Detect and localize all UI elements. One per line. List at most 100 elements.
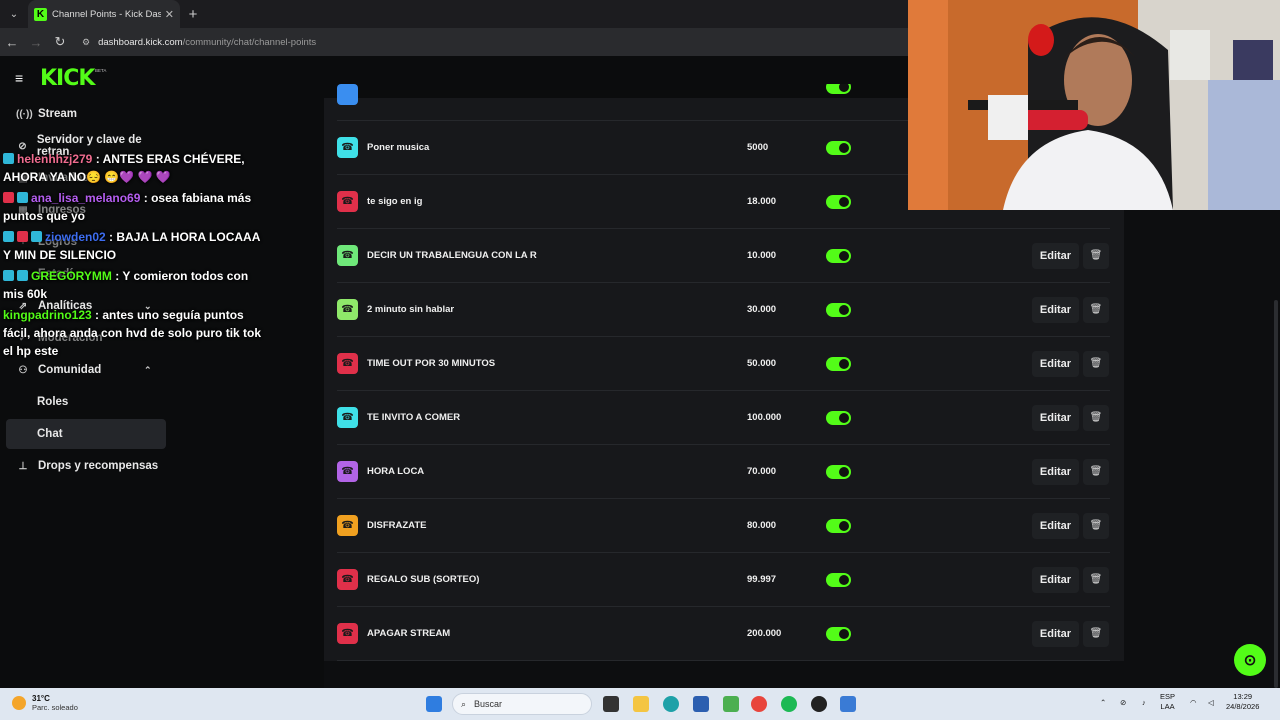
reward-row: ☎ DISFRAZATE 80.000 Editar 🗑 bbox=[337, 499, 1110, 553]
file-explorer-icon[interactable] bbox=[633, 696, 649, 712]
reward-icon: ☎ bbox=[337, 515, 358, 536]
volume-icon[interactable]: ◁ bbox=[1208, 698, 1214, 708]
reward-name: REGALO SUB (SORTEO) bbox=[367, 574, 480, 585]
language-indicator[interactable]: ESP LAA bbox=[1160, 692, 1175, 712]
tab-search-chevron-icon[interactable]: ⌄ bbox=[0, 0, 28, 28]
chevron-up-icon: ⌃ bbox=[144, 364, 152, 375]
chat-username: ziowden02 bbox=[45, 230, 106, 244]
reload-icon[interactable]: ↻ bbox=[48, 34, 72, 50]
delete-reward-icon[interactable]: 🗑 bbox=[1083, 566, 1109, 593]
webcam-overlay bbox=[908, 0, 1280, 210]
reward-enabled-toggle[interactable] bbox=[826, 356, 851, 371]
edit-reward-button[interactable]: Editar bbox=[1032, 242, 1079, 269]
delete-reward-icon[interactable]: 🗑 bbox=[1083, 458, 1109, 485]
subscriber-badge-icon bbox=[3, 153, 14, 164]
chat-message: GREGORYMM : Y comieron todos con mis 60k bbox=[3, 267, 265, 303]
reward-cost: 50.000 bbox=[747, 358, 777, 369]
taskbar-search[interactable]: ⌕ Buscar bbox=[452, 693, 592, 715]
sidebar-item-drops[interactable]: ⊥ Drops y recompensas bbox=[6, 451, 166, 481]
reward-cost: 100.000 bbox=[747, 412, 782, 423]
community-icon: ⚇ bbox=[18, 364, 28, 376]
sidebar-item-roles[interactable]: Roles bbox=[6, 387, 166, 417]
reward-name: Poner musica bbox=[367, 142, 430, 153]
sidebar-item-stream[interactable]: ((·)) Stream bbox=[6, 99, 166, 129]
badge-icon bbox=[3, 231, 14, 242]
reward-name: DECIR UN TRABALENGUA CON LA R bbox=[367, 250, 537, 261]
reward-enabled-toggle[interactable] bbox=[826, 518, 851, 533]
delete-reward-icon[interactable]: 🗑 bbox=[1083, 242, 1109, 269]
site-info-icon[interactable]: ⚙ bbox=[82, 37, 90, 48]
tab-close-icon[interactable]: ✕ bbox=[165, 8, 174, 21]
reward-icon: ☎ bbox=[337, 623, 358, 644]
edit-reward-button[interactable]: Editar bbox=[1032, 404, 1079, 431]
tray-chevron-up-icon[interactable]: ⌃ bbox=[1100, 698, 1106, 708]
url-path: /community/chat/channel-points bbox=[182, 36, 317, 48]
reward-name: 2 minuto sin hablar bbox=[367, 304, 455, 315]
delete-reward-icon[interactable]: 🗑 bbox=[1083, 620, 1109, 647]
microphone-icon[interactable]: ♪ bbox=[1142, 698, 1146, 708]
spotify-icon[interactable] bbox=[781, 696, 797, 712]
kick-logo[interactable]: KICK bbox=[40, 66, 95, 91]
edit-reward-button[interactable]: Editar bbox=[1032, 296, 1079, 323]
forward-icon[interactable]: → bbox=[24, 35, 48, 50]
kick-favicon-icon: K bbox=[34, 7, 47, 21]
windows-start-icon[interactable] bbox=[426, 696, 442, 712]
reward-icon: ☎ bbox=[337, 137, 358, 158]
store-icon[interactable] bbox=[693, 696, 709, 712]
reward-enabled-toggle[interactable] bbox=[826, 302, 851, 317]
drops-icon: ⊥ bbox=[18, 460, 28, 472]
edit-reward-button[interactable]: Editar bbox=[1032, 458, 1079, 485]
delete-reward-icon[interactable]: 🗑 bbox=[1083, 512, 1109, 539]
task-view-icon[interactable] bbox=[603, 696, 619, 712]
notepad-icon[interactable] bbox=[840, 696, 856, 712]
chrome-icon[interactable] bbox=[751, 696, 767, 712]
reward-row: ☎ REGALO SUB (SORTEO) 99.997 Editar 🗑 bbox=[337, 553, 1110, 607]
reward-row: ☎ 2 minuto sin hablar 30.000 Editar 🗑 bbox=[337, 283, 1110, 337]
obs-icon[interactable] bbox=[811, 696, 827, 712]
weather-widget[interactable]: 31°C Parc. soleado bbox=[12, 694, 78, 712]
reward-enabled-toggle[interactable] bbox=[826, 194, 851, 209]
edit-reward-button[interactable]: Editar bbox=[1032, 512, 1079, 539]
delete-reward-icon[interactable]: 🗑 bbox=[1083, 296, 1109, 323]
reward-enabled-toggle[interactable] bbox=[826, 248, 851, 263]
chat-message: helenhhzj279 : ANTES ERAS CHÉVERE, AHORA… bbox=[3, 150, 265, 186]
reward-enabled-toggle[interactable] bbox=[826, 464, 851, 479]
reward-toggle[interactable] bbox=[826, 84, 851, 94]
tab-title: Channel Points - Kick Dashboar bbox=[52, 8, 161, 20]
menu-icon[interactable]: ≡ bbox=[15, 70, 23, 86]
reward-icon: ☎ bbox=[337, 299, 358, 320]
reward-enabled-toggle[interactable] bbox=[826, 410, 851, 425]
sidebar-item-label: Drops y recompensas bbox=[38, 460, 159, 472]
chat-message: ziowden02 : BAJA LA HORA LOCAAA Y MIN DE… bbox=[3, 228, 265, 264]
reward-cost: 30.000 bbox=[747, 304, 777, 315]
reward-enabled-toggle[interactable] bbox=[826, 140, 851, 155]
new-tab-button[interactable]: + bbox=[180, 6, 206, 23]
delete-reward-icon[interactable]: 🗑 bbox=[1083, 350, 1109, 377]
reward-name: te sigo en ig bbox=[367, 196, 423, 207]
delete-reward-icon[interactable]: 🗑 bbox=[1083, 404, 1109, 431]
minecraft-icon[interactable] bbox=[723, 696, 739, 712]
scrollbar[interactable] bbox=[1274, 300, 1278, 688]
browser-tab[interactable]: K Channel Points - Kick Dashboar ✕ bbox=[28, 0, 180, 28]
badge-icon bbox=[3, 270, 14, 281]
edit-reward-button[interactable]: Editar bbox=[1032, 620, 1079, 647]
stream-chat-overlay: helenhhzj279 : ANTES ERAS CHÉVERE, AHORA… bbox=[3, 150, 265, 363]
chat-message: kingpadrino123 : antes uno seguía puntos… bbox=[3, 306, 265, 360]
reward-icon: ☎ bbox=[337, 191, 358, 212]
sidebar-item-label: Stream bbox=[38, 108, 77, 120]
search-icon: ⌕ bbox=[461, 698, 467, 709]
reward-row: ☎ TIME OUT POR 30 MINUTOS 50.000 Editar 🗑 bbox=[337, 337, 1110, 391]
back-icon[interactable]: ← bbox=[0, 35, 24, 50]
wifi-icon[interactable]: ◠ bbox=[1190, 698, 1197, 708]
clock[interactable]: 13:29 24/8/2026 bbox=[1226, 692, 1259, 712]
reward-enabled-toggle[interactable] bbox=[826, 626, 851, 641]
network-off-icon[interactable]: ⊘ bbox=[1120, 698, 1126, 708]
url-field[interactable]: ⚙ dashboard.kick.com/community/chat/chan… bbox=[82, 37, 316, 48]
edge-icon[interactable] bbox=[663, 696, 679, 712]
support-chat-icon[interactable]: ⊙ bbox=[1234, 644, 1266, 676]
edit-reward-button[interactable]: Editar bbox=[1032, 350, 1079, 377]
stream-icon: ((·)) bbox=[16, 108, 33, 120]
edit-reward-button[interactable]: Editar bbox=[1032, 566, 1079, 593]
reward-enabled-toggle[interactable] bbox=[826, 572, 851, 587]
sidebar-item-chat[interactable]: Chat bbox=[6, 419, 166, 449]
